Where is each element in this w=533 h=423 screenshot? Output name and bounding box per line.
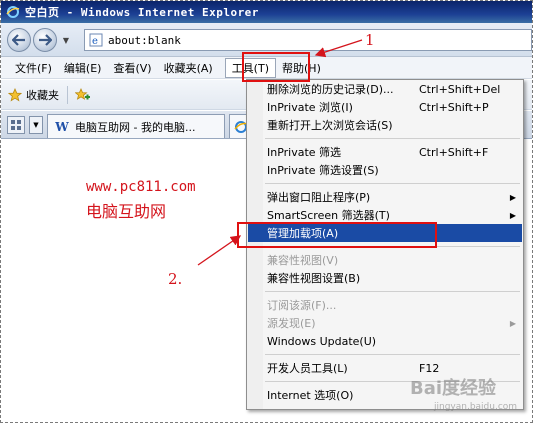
watermark-text: Bai度经验 (410, 378, 497, 399)
menu-separator (265, 138, 520, 139)
back-button[interactable] (7, 28, 31, 52)
addons-highlight-box (237, 222, 437, 248)
menu-item-reopen-session[interactable]: 重新打开上次浏览会话(S) (248, 116, 522, 134)
annotation-step-2: 2. (168, 270, 183, 288)
menu-item-compat-view: 兼容性视图(V) (267, 254, 339, 267)
add-favorite-icon[interactable] (74, 87, 92, 103)
menu-item-compat-view-settings[interactable]: 兼容性视图设置(B) (248, 269, 522, 287)
favorites-star-icon[interactable] (7, 87, 23, 103)
svg-text:e: e (92, 36, 98, 47)
favorites-separator (67, 85, 68, 104)
watermark: Bai度经验 jingyan.baidu.com (410, 374, 530, 418)
forward-button[interactable] (33, 28, 57, 52)
back-arrow-icon (12, 34, 25, 46)
site-name-text: 电脑互助网 (86, 202, 167, 221)
menu-separator (265, 291, 520, 292)
menu-item-subscribe-feed: 订阅该源(F)... (267, 299, 337, 312)
submenu-arrow-icon: ▶ (509, 192, 516, 202)
menu-edit[interactable]: 编辑(E) (58, 58, 108, 78)
tools-highlight-box (242, 52, 310, 82)
address-input[interactable]: about:blank (108, 34, 181, 47)
site-favicon-icon: W (55, 119, 69, 134)
menu-separator (265, 354, 520, 355)
title-bar: 空白页 - Windows Internet Explorer (1, 1, 532, 23)
quick-tabs-icon[interactable] (7, 116, 25, 134)
site-url-text: www.pc811.com (86, 179, 196, 195)
ie-logo-icon (5, 4, 21, 20)
forward-arrow-icon (39, 34, 52, 46)
annotation-step-1: 1 (365, 31, 375, 49)
submenu-arrow-icon: ▶ (509, 210, 516, 220)
history-dropdown-icon[interactable]: ▼ (61, 35, 71, 45)
watermark-subtext: jingyan.baidu.com (434, 402, 518, 412)
favorites-label[interactable]: 收藏夹 (26, 87, 59, 103)
menu-view[interactable]: 查看(V) (107, 58, 157, 78)
page-icon: e (88, 32, 104, 48)
menu-item-feed-discovery: 源发现(E) ▶ (267, 317, 516, 330)
window-title: 空白页 - Windows Internet Explorer (25, 6, 259, 19)
tab-label: 电脑互助网 - 我的电脑... (75, 120, 196, 134)
menu-item-popup-blocker[interactable]: 弹出窗口阻止程序(P) ▶ (248, 188, 522, 206)
menu-item-windows-update[interactable]: Windows Update(U) (248, 332, 522, 350)
address-bar[interactable]: e about:blank (84, 29, 532, 51)
menu-file[interactable]: 文件(F) (9, 58, 58, 78)
tab-pc811[interactable]: W 电脑互助网 - 我的电脑... (47, 114, 225, 138)
menu-separator (265, 183, 520, 184)
menu-favorites[interactable]: 收藏夹(A) (158, 58, 219, 78)
menu-item-inprivate-browsing[interactable]: InPrivate 浏览(I) Ctrl+Shift+P (248, 98, 522, 116)
menu-item-inprivate-filter[interactable]: InPrivate 筛选 Ctrl+Shift+F (248, 143, 522, 161)
submenu-arrow-icon: ▶ (509, 318, 516, 328)
menu-item-delete-history[interactable]: 删除浏览的历史记录(D)... Ctrl+Shift+Del (248, 80, 522, 98)
tab-list-icon[interactable]: ▼ (29, 116, 43, 134)
menu-item-inprivate-filter-settings[interactable]: InPrivate 筛选设置(S) (248, 161, 522, 179)
